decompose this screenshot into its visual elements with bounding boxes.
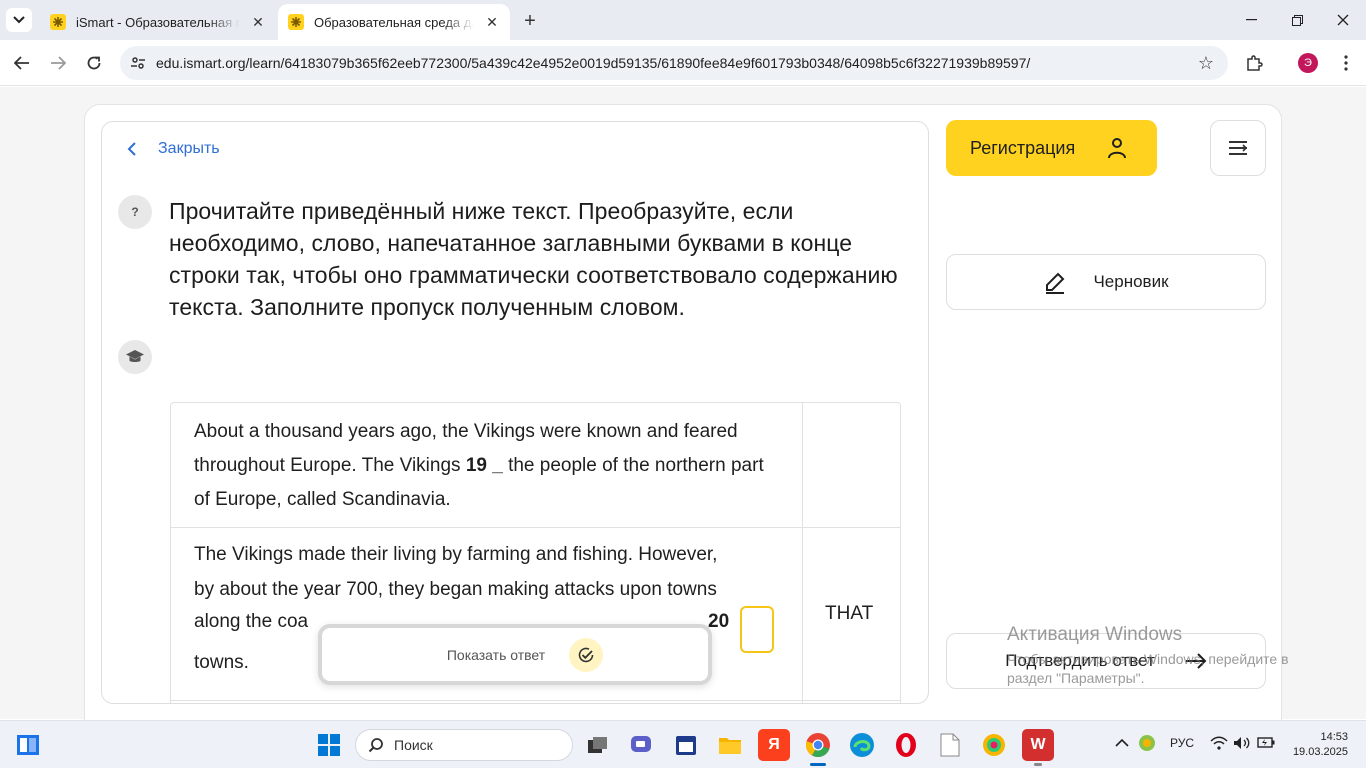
tab-search-button[interactable]	[6, 8, 32, 32]
search-label: Поиск	[394, 737, 433, 753]
menu-icon	[1229, 141, 1248, 155]
column-divider	[802, 403, 803, 703]
extensions-button[interactable]	[1240, 49, 1268, 77]
restore-button[interactable]	[1274, 0, 1320, 40]
source-word: THAT	[825, 603, 874, 624]
pencil-icon	[1046, 272, 1065, 294]
wifi-icon[interactable]	[1210, 736, 1228, 753]
chrome-icon[interactable]	[802, 729, 834, 761]
tray-app-icon[interactable]	[1138, 734, 1156, 755]
draft-button[interactable]: Черновик	[946, 254, 1266, 310]
show-answer-button[interactable]: Показать ответ	[318, 624, 712, 685]
chat-icon[interactable]	[626, 729, 658, 761]
close-window-button[interactable]	[1320, 0, 1366, 40]
browser-tab-ismart[interactable]: iSmart - Образовательная пла ✕	[40, 4, 276, 40]
show-answer-label: Показать ответ	[446, 646, 546, 663]
restore-icon	[1291, 14, 1303, 26]
graduation-cap-icon[interactable]	[118, 340, 152, 374]
calendar-app-icon[interactable]	[670, 729, 702, 761]
address-bar[interactable]: edu.ismart.org/learn/64183079b365f62eeb7…	[120, 46, 1228, 80]
text-row-20: The Vikings made their living by farming…	[194, 537, 784, 607]
browser-menu-button[interactable]	[1332, 49, 1360, 77]
row-divider	[171, 527, 901, 528]
photos-icon[interactable]	[978, 729, 1010, 761]
back-button[interactable]	[8, 49, 36, 77]
reload-button[interactable]	[80, 49, 108, 77]
edge-icon[interactable]	[846, 729, 878, 761]
draft-label: Черновик	[1093, 272, 1169, 291]
gap-number: 20	[708, 611, 730, 632]
row-line: along the coa	[194, 611, 309, 632]
windows-taskbar: Поиск Я W РУС 14:53 19.03.2025	[0, 720, 1366, 768]
taskbar-search[interactable]: Поиск	[355, 729, 573, 761]
register-label: Регистрация	[970, 137, 1076, 158]
row-line: by about the year 700, they began making…	[194, 579, 717, 600]
chevron-down-icon	[13, 16, 25, 24]
register-button[interactable]: Регистрация	[946, 120, 1157, 176]
start-icon[interactable]	[313, 729, 345, 761]
minimize-icon	[1245, 19, 1257, 21]
bookmark-star-icon[interactable]: ☆	[1198, 53, 1214, 74]
row-divider	[171, 700, 901, 701]
new-tab-button[interactable]: +	[518, 9, 542, 33]
url-text: edu.ismart.org/learn/64183079b365f62eeb7…	[156, 55, 1031, 71]
close-tab-icon[interactable]: ✕	[482, 12, 502, 32]
close-icon	[1337, 14, 1349, 26]
language-indicator[interactable]: РУС	[1170, 736, 1194, 750]
system-clock[interactable]: 14:53 19.03.2025	[1288, 730, 1348, 760]
browser-tab-active[interactable]: Образовательная среда для сам ✕	[278, 4, 510, 40]
widgets-icon[interactable]	[12, 729, 44, 761]
tab-title: Образовательная среда для сам	[314, 14, 474, 30]
running-app-indicator	[1034, 763, 1042, 766]
active-app-indicator	[810, 763, 826, 766]
opera-icon[interactable]	[890, 729, 922, 761]
confirm-answer-button[interactable]: Подтвердить ответ	[946, 633, 1266, 689]
close-task-link[interactable]: Закрыть	[122, 140, 220, 158]
confirm-label: Подтвердить ответ	[1005, 651, 1155, 670]
answer-input[interactable]	[740, 606, 774, 653]
row-line: The Vikings made their living by farming…	[194, 544, 718, 565]
task-instruction: Прочитайте приведённый ниже текст. Преоб…	[169, 198, 898, 320]
ismart-favicon-icon	[50, 14, 66, 30]
clock-time: 14:53	[1320, 731, 1348, 743]
chevron-left-icon	[127, 142, 136, 156]
menu-button[interactable]	[1210, 120, 1266, 176]
task-view-icon[interactable]	[582, 729, 614, 761]
row-line: towns.	[194, 652, 249, 673]
question-help-icon[interactable]: ?	[118, 195, 152, 229]
puzzle-icon	[1247, 55, 1263, 71]
back-arrow-icon	[14, 56, 29, 70]
more-vertical-icon	[1344, 55, 1348, 71]
forward-arrow-icon	[51, 56, 66, 70]
search-icon	[368, 738, 383, 753]
forward-button[interactable]	[44, 49, 72, 77]
reload-icon	[87, 56, 101, 70]
show-hidden-icons-icon[interactable]	[1115, 736, 1129, 750]
browser-tab-bar: iSmart - Образовательная пла ✕ Образоват…	[0, 0, 1366, 40]
browser-toolbar: edu.ismart.org/learn/64183079b365f62eeb7…	[0, 40, 1366, 86]
close-label: Закрыть	[158, 140, 220, 157]
profile-button[interactable]: Э	[1294, 49, 1322, 77]
text-row-19: About a thousand years ago, the Vikings …	[194, 415, 784, 517]
yandex-browser-icon[interactable]: Я	[758, 729, 790, 761]
avatar: Э	[1298, 53, 1318, 73]
site-info-icon[interactable]	[128, 53, 148, 73]
wps-office-icon[interactable]: W	[1022, 729, 1054, 761]
task-card: Закрыть ? Прочитайте приведённый ниже те…	[101, 121, 929, 704]
user-icon	[1108, 138, 1126, 159]
file-explorer-icon[interactable]	[714, 729, 746, 761]
clock-date: 19.03.2025	[1292, 746, 1348, 758]
close-tab-icon[interactable]: ✕	[248, 12, 268, 32]
gap-number: 19 _	[465, 455, 503, 476]
volume-icon[interactable]	[1233, 736, 1251, 753]
check-circle-icon	[569, 637, 604, 672]
minimize-button[interactable]	[1228, 0, 1274, 40]
battery-icon[interactable]	[1257, 736, 1275, 751]
document-icon[interactable]	[934, 729, 966, 761]
ismart-favicon-icon	[288, 14, 304, 30]
arrow-right-icon	[1185, 653, 1207, 669]
tab-title: iSmart - Образовательная пла	[76, 14, 240, 30]
